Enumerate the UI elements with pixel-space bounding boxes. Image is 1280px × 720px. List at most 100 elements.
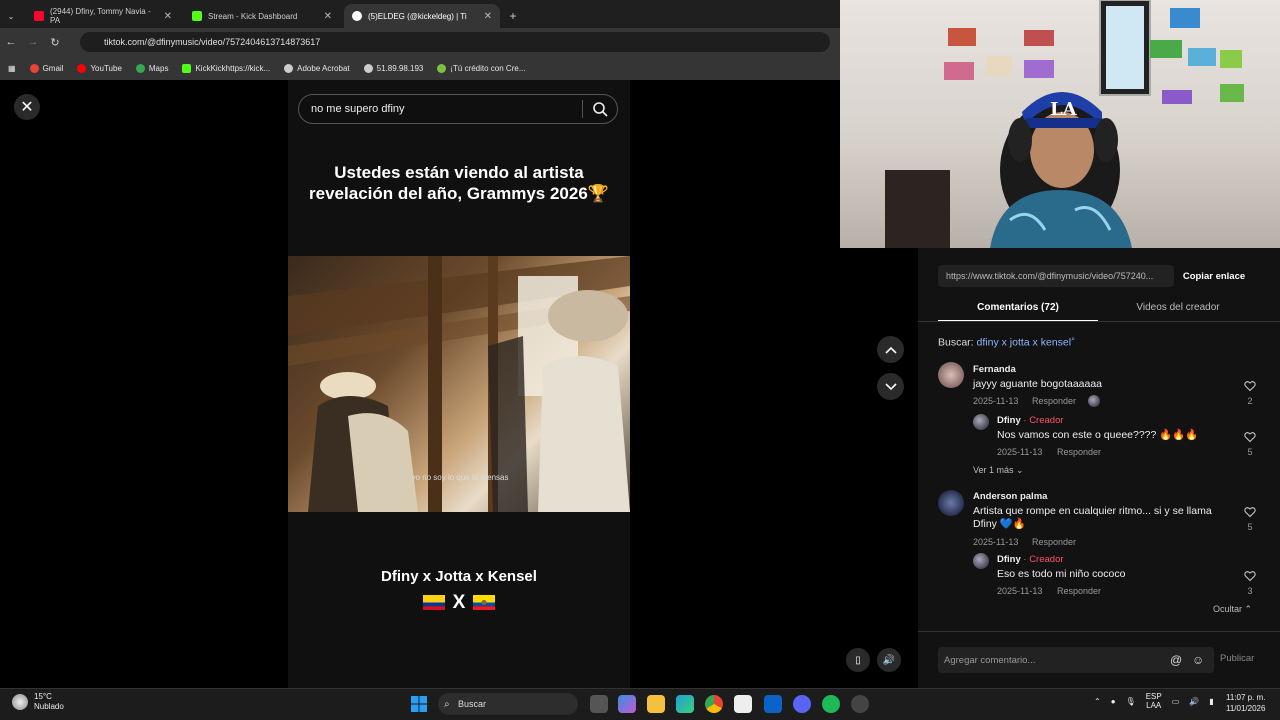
bookmark-adobe[interactable]: Adobe Acrobat <box>284 63 350 73</box>
chevron-up-icon[interactable]: ⌃ <box>1094 697 1101 706</box>
outlook-icon[interactable] <box>764 695 782 713</box>
flags-separator: X <box>452 592 466 613</box>
reply-button[interactable]: Responder <box>1057 447 1101 457</box>
tab-youtube[interactable]: (2944) Dfiny, Tommy Navia - PA ✕ <box>26 4 180 28</box>
discord-icon[interactable] <box>793 695 811 713</box>
tabs-divider <box>918 321 1280 322</box>
url-field[interactable]: tiktok.com/@dfinymusic/video/75724046137… <box>80 32 830 52</box>
bookmark-ip[interactable]: 51.89.98.193 <box>363 63 423 73</box>
forward-icon[interactable]: → <box>22 36 44 48</box>
bookmark-maps[interactable]: Maps <box>135 63 168 73</box>
browser-tab-bar: ⌄ (2944) Dfiny, Tommy Navia - PA ✕ Strea… <box>0 0 840 28</box>
see-more-replies[interactable]: Ver 1 más ⌄ <box>973 465 1024 476</box>
bookmark-kick[interactable]: KickKickhttps://kick... <box>182 63 271 73</box>
previous-video-button[interactable] <box>877 336 904 363</box>
comment-username[interactable]: Fernanda <box>973 364 1016 375</box>
heart-icon[interactable] <box>1244 380 1256 392</box>
maps-icon <box>135 63 145 73</box>
bookmark-credito[interactable]: ¡Tú crédito con Cre... <box>437 63 526 73</box>
tab-tiktok[interactable]: (5)ELDEG (@kickeldeg) | Ti ✕ <box>344 4 500 28</box>
close-tab-icon[interactable]: ✕ <box>164 11 172 22</box>
taskbar-search[interactable]: ⌕ Buscar <box>438 693 578 715</box>
chrome-icon[interactable] <box>705 695 723 713</box>
tab-creator-videos[interactable]: Videos del creador <box>1098 298 1258 322</box>
youtube-icon <box>77 63 87 73</box>
edge-icon[interactable] <box>676 695 694 713</box>
youtube-icon <box>34 11 44 21</box>
tab-label: (5)ELDEG (@kickeldeg) | Ti <box>368 11 467 21</box>
tab-comments[interactable]: Comentarios (72) <box>938 298 1098 322</box>
weather-widget[interactable]: 15°C Nublado <box>12 692 64 712</box>
credit-icon <box>437 63 447 73</box>
app-tray-icon[interactable]: ● <box>1111 697 1116 706</box>
close-tab-icon[interactable]: ✕ <box>484 11 492 22</box>
close-button[interactable]: ✕ <box>14 94 40 120</box>
heart-icon[interactable] <box>1244 506 1256 518</box>
emoji-icon[interactable]: ☺ <box>1192 653 1204 667</box>
search-icon[interactable] <box>591 100 609 118</box>
folder-icon[interactable] <box>647 695 665 713</box>
comment-username[interactable]: Dfiny · Creador <box>997 554 1064 565</box>
avatar[interactable] <box>973 553 989 569</box>
back-icon[interactable]: ← <box>0 36 22 48</box>
close-tab-icon[interactable]: ✕ <box>324 11 332 22</box>
tab-list-button[interactable]: ⌄ <box>2 4 20 28</box>
avatar[interactable] <box>938 362 964 388</box>
comment-text: Eso es todo mi niño cococo <box>997 568 1126 580</box>
hide-replies[interactable]: Ocultar ⌃ <box>1213 604 1252 615</box>
reply-button[interactable]: Responder <box>1032 537 1076 547</box>
plus-icon: + <box>509 9 517 23</box>
store-icon[interactable] <box>734 695 752 713</box>
apps-icon[interactable]: ▦ <box>8 64 16 73</box>
pip-button[interactable]: ▯ <box>846 648 870 672</box>
bookmark-gmail[interactable]: Gmail <box>29 63 63 73</box>
mention-icon[interactable]: @ <box>1170 653 1182 667</box>
reload-icon[interactable]: ↻ <box>44 36 66 49</box>
globe-icon <box>284 63 294 73</box>
new-tab-button[interactable]: + <box>504 4 522 28</box>
avatar[interactable] <box>973 414 989 430</box>
comment-username[interactable]: Dfiny · Creador <box>997 415 1064 426</box>
windows-start-icon[interactable] <box>410 695 428 713</box>
username-text: Dfiny <box>997 415 1021 426</box>
related-search[interactable]: Buscar: dfiny x jotta x kensel⌕ <box>938 336 1075 349</box>
tab-kick[interactable]: Stream - Kick Dashboard ✕ <box>184 4 340 28</box>
volume-button[interactable]: 🔊 <box>877 648 901 672</box>
bookmarks-bar: ▦ Gmail YouTube Maps KickKickhttps://kic… <box>0 56 840 80</box>
search-input[interactable]: no me supero dfiny <box>298 94 618 124</box>
search-value: no me supero dfiny <box>311 103 405 115</box>
temperature: 15°C <box>34 692 52 701</box>
share-link-field[interactable]: https://www.tiktok.com/@dfinymusic/video… <box>938 265 1174 287</box>
spotify-icon[interactable] <box>822 695 840 713</box>
related-search-query[interactable]: dfiny x jotta x kensel <box>977 337 1072 349</box>
heart-icon[interactable] <box>1244 570 1256 582</box>
microphone-icon[interactable]: 🎙 <box>1126 697 1136 706</box>
bookmark-youtube[interactable]: YouTube <box>77 63 122 73</box>
display-icon[interactable]: ▭ <box>1172 697 1180 706</box>
reply-button[interactable]: Responder <box>1032 396 1076 406</box>
speaker-icon: 🔊 <box>882 654 896 666</box>
avatar[interactable] <box>938 490 964 516</box>
share-link-text: https://www.tiktok.com/@dfinymusic/video… <box>946 271 1154 281</box>
volume-icon[interactable]: 🔊 <box>1189 697 1199 706</box>
copy-link-button[interactable]: Copiar enlace <box>1176 265 1252 287</box>
copilot-icon[interactable] <box>618 695 636 713</box>
cloud-icon <box>12 694 28 710</box>
related-search-label: Buscar: <box>938 336 974 349</box>
comment-username[interactable]: Anderson palma <box>973 491 1047 502</box>
publish-button[interactable]: Publicar <box>1220 653 1254 664</box>
comment-text: jayyy aguante bogotaaaaaa <box>973 378 1103 390</box>
like-count: 5 <box>1247 447 1253 457</box>
task-view-icon[interactable] <box>590 695 608 713</box>
chevron-down-icon <box>884 382 897 390</box>
weather-condition: Nublado <box>34 702 64 711</box>
obs-icon[interactable] <box>851 695 869 713</box>
language-indicator[interactable]: ESP LAA <box>1146 692 1162 710</box>
reply-button[interactable]: Responder <box>1057 586 1101 596</box>
bookmark-label: KickKickhttps://kick... <box>195 63 271 73</box>
clock[interactable]: 11:07 p. m. 11/01/2026 <box>1226 692 1265 714</box>
battery-icon[interactable]: ▮ <box>1209 697 1213 706</box>
bookmark-label: ¡Tú crédito con Cre... <box>450 63 526 73</box>
heart-icon[interactable] <box>1244 431 1256 443</box>
next-video-button[interactable] <box>877 373 904 400</box>
